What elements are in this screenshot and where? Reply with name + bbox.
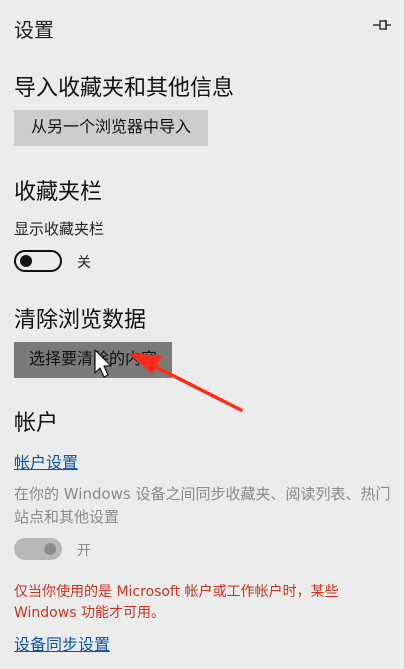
toggle-knob <box>20 255 32 267</box>
favorites-bar-heading: 收藏夹栏 <box>14 180 103 205</box>
settings-panel: 设置 导入收藏夹和其他信息 从另一个浏览器中导入 收藏夹栏 显示收藏夹栏 关 清… <box>0 0 405 669</box>
show-favorites-bar-label: 显示收藏夹栏 <box>14 220 105 238</box>
favorites-bar-toggle-state: 关 <box>77 255 91 271</box>
account-settings-link[interactable]: 帐户设置 <box>14 449 78 473</box>
show-favorites-bar-toggle[interactable] <box>14 250 62 272</box>
clear-browsing-data-heading: 清除浏览数据 <box>14 308 147 333</box>
account-heading: 帐户 <box>14 411 59 436</box>
sync-description: 在你的 Windows 设备之间同步收藏夹、阅读列表、热门站点和其他设置 <box>14 485 391 526</box>
pin-icon[interactable] <box>372 18 392 32</box>
import-from-browser-button[interactable]: 从另一个浏览器中导入 <box>14 110 208 146</box>
sync-toggle <box>14 538 62 560</box>
import-heading: 导入收藏夹和其他信息 <box>14 76 235 101</box>
account-warning-text: 仅当你使用的是 Microsoft 帐户或工作帐户时，某些 Windows 功能… <box>14 584 339 621</box>
choose-what-to-clear-button[interactable]: 选择要清除的内容 <box>14 342 172 378</box>
panel-title: 设置 <box>14 18 54 42</box>
device-sync-settings-link[interactable]: 设备同步设置 <box>14 631 110 655</box>
sync-toggle-state: 开 <box>77 543 91 559</box>
toggle-knob <box>44 543 56 555</box>
